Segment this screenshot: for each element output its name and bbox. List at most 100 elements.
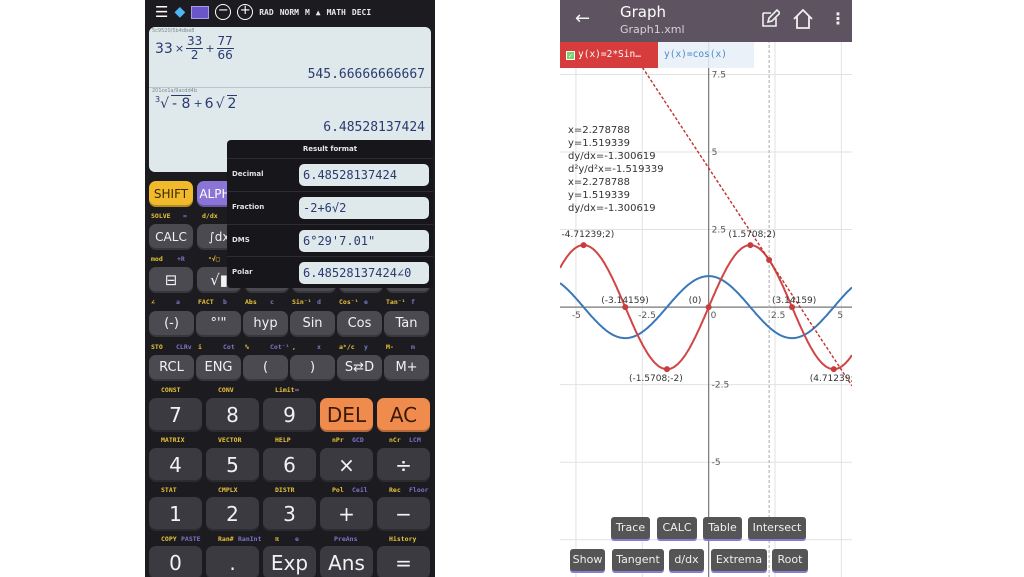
nroot-label: ˣ√□ <box>208 255 220 263</box>
plus-circle-icon[interactable]: + <box>237 4 254 20</box>
format-value[interactable]: 6.48528137424 <box>299 164 429 186</box>
function-tab-cos[interactable]: y(x)=cos(x) <box>658 42 754 68</box>
digit-3-key[interactable]: 3 <box>263 497 316 531</box>
radicand: - 8 <box>171 95 192 112</box>
equals-key[interactable]: = <box>377 546 430 577</box>
root-index: 3 <box>155 95 161 104</box>
graph-trace-button[interactable]: Trace <box>611 517 650 539</box>
history-expression[interactable]: 33 × 33 2 + 77 66 <box>155 35 234 62</box>
shift-function-label: Abs <box>245 298 257 306</box>
shift-function-label: STO <box>151 343 163 351</box>
digit-5-key[interactable]: 5 <box>206 448 259 482</box>
minus-key[interactable]: − <box>377 497 430 531</box>
multiply-key[interactable]: × <box>320 448 373 482</box>
diamond-icon[interactable]: ◆ <box>174 4 185 20</box>
graph-mode-icon[interactable] <box>191 5 210 19</box>
history-result[interactable]: 6.48528137424 <box>323 120 425 135</box>
hamburger-menu-icon[interactable]: ☰ <box>155 4 168 20</box>
alpha-function-label: c <box>270 298 274 306</box>
data-point-label: (-3.14159) <box>601 296 649 306</box>
checkbox-checked-icon[interactable]: ✓ <box>566 51 575 60</box>
x-tick-label: -5 <box>572 311 581 321</box>
radicand: 2 <box>226 95 238 112</box>
graph-extrema-button[interactable]: Extrema <box>711 549 767 571</box>
data-point <box>580 242 587 249</box>
graph-canvas[interactable]: -5 -2.5 0 2.5 5 7.5 5 2.5 -2.5 -5 -4.71239;2) (-3.1… <box>560 0 852 577</box>
dms-key[interactable]: °'" <box>196 311 241 337</box>
data-point-label: (1.5708;2) <box>728 230 775 240</box>
equals-label: = <box>183 212 187 220</box>
exponent-key[interactable]: Exp <box>263 546 316 577</box>
graph-table-button[interactable]: Table <box>703 517 742 539</box>
format-value[interactable]: -2+6√2 <box>299 197 429 219</box>
digit-6-key[interactable]: 6 <box>263 448 316 482</box>
hyp-key[interactable]: hyp <box>243 311 288 337</box>
negative-key[interactable]: (-) <box>149 311 194 337</box>
sqrt-key-icon: √▮ <box>210 271 228 289</box>
result-format-fraction[interactable]: Fraction -2+6√2 <box>227 191 433 223</box>
shift-function-label: CMPLX <box>218 486 238 494</box>
result-format-polar[interactable]: Polar 6.48528137424∠0 <box>227 256 433 288</box>
rcl-key[interactable]: RCL <box>149 355 194 381</box>
numerator: 33 <box>186 34 204 49</box>
calc-key[interactable]: CALC <box>149 224 193 250</box>
digit-8-key[interactable]: 8 <box>206 398 259 432</box>
graph-d-dx-button[interactable]: d/dx <box>669 549 704 571</box>
digit-2-key[interactable]: 2 <box>206 497 259 531</box>
shift-function-label: nPr <box>332 436 344 444</box>
digit-9-key[interactable]: 9 <box>263 398 316 432</box>
m-plus-key[interactable]: M+ <box>384 355 429 381</box>
tan-key[interactable]: Tan <box>384 311 429 337</box>
arrow-left-icon[interactable]: ← <box>575 8 590 29</box>
y-tick-label: -5 <box>712 458 721 468</box>
graph-root-button[interactable]: Root <box>772 549 808 571</box>
format-label: Decimal <box>232 170 264 178</box>
answer-key[interactable]: Ans <box>320 546 373 577</box>
function-tab-sin[interactable]: ✓ y(x)=2*Sin… <box>560 42 658 68</box>
close-paren-key[interactable]: ) <box>290 355 335 381</box>
delete-key[interactable]: DEL <box>320 398 373 432</box>
graph-calc-button[interactable]: CALC <box>657 517 697 539</box>
alpha-function-label: m <box>411 343 415 351</box>
graph-tangent-button[interactable]: Tangent <box>612 549 664 571</box>
y-tick-label: 7.5 <box>712 70 726 80</box>
minus-circle-icon[interactable]: − <box>215 4 232 20</box>
home-icon[interactable] <box>792 8 814 30</box>
trace-info-line: dy/dx=-1.300619 <box>568 151 656 162</box>
more-vert-icon[interactable]: ⋮ <box>830 9 846 28</box>
alpha-function-label: ∞ <box>295 386 299 394</box>
x-tick-label: 2.5 <box>771 311 785 321</box>
shift-function-label: DISTR <box>275 486 295 494</box>
graph-intersect-button[interactable]: Intersect <box>748 517 806 539</box>
history-result[interactable]: 545.66666666667 <box>308 67 425 82</box>
shift-key[interactable]: SHIFT <box>149 181 193 207</box>
edit-icon[interactable] <box>760 9 780 29</box>
plus-key[interactable]: + <box>320 497 373 531</box>
all-clear-key[interactable]: AC <box>377 398 430 432</box>
cos-key[interactable]: Cos <box>337 311 382 337</box>
result-format-dms[interactable]: DMS 6°29'7.01" <box>227 224 433 256</box>
digit-1-key[interactable]: 1 <box>149 497 202 531</box>
graph-app: -5 -2.5 0 2.5 5 7.5 5 2.5 -2.5 -5 -4.71239;2) (-3.1… <box>560 0 852 577</box>
alpha-function-label: LCM <box>409 436 421 444</box>
digit-0-key[interactable]: 0 <box>149 546 202 577</box>
result-format-decimal[interactable]: Decimal 6.48528137424 <box>227 158 433 190</box>
sin-key[interactable]: Sin <box>290 311 335 337</box>
shift-function-label: Ran# <box>218 535 234 543</box>
sd-toggle-key[interactable]: S⇄D <box>337 355 382 381</box>
alpha-function-label: Floor <box>409 486 429 494</box>
graph-show-button[interactable]: Show <box>570 549 605 571</box>
format-label: Polar <box>232 268 253 276</box>
format-value[interactable]: 6.48528137424∠0 <box>299 262 429 284</box>
digit-4-key[interactable]: 4 <box>149 448 202 482</box>
graph-title: Graph <box>620 3 667 21</box>
decimal-point-key[interactable]: . <box>206 546 259 577</box>
open-paren-key[interactable]: ( <box>243 355 288 381</box>
fraction-key[interactable]: ⊟ <box>149 267 193 293</box>
format-value[interactable]: 6°29'7.01" <box>299 230 429 252</box>
eng-key[interactable]: ENG <box>196 355 241 381</box>
divide-key[interactable]: ÷ <box>377 448 430 482</box>
digit-7-key[interactable]: 7 <box>149 398 202 432</box>
calculator-app: ☰ ◆ − + RAD NORM M ▲ MATH DECI 5c9520/5b… <box>145 0 435 577</box>
history-expression[interactable]: 3 √ - 8 + 6 √ 2 <box>155 95 238 112</box>
